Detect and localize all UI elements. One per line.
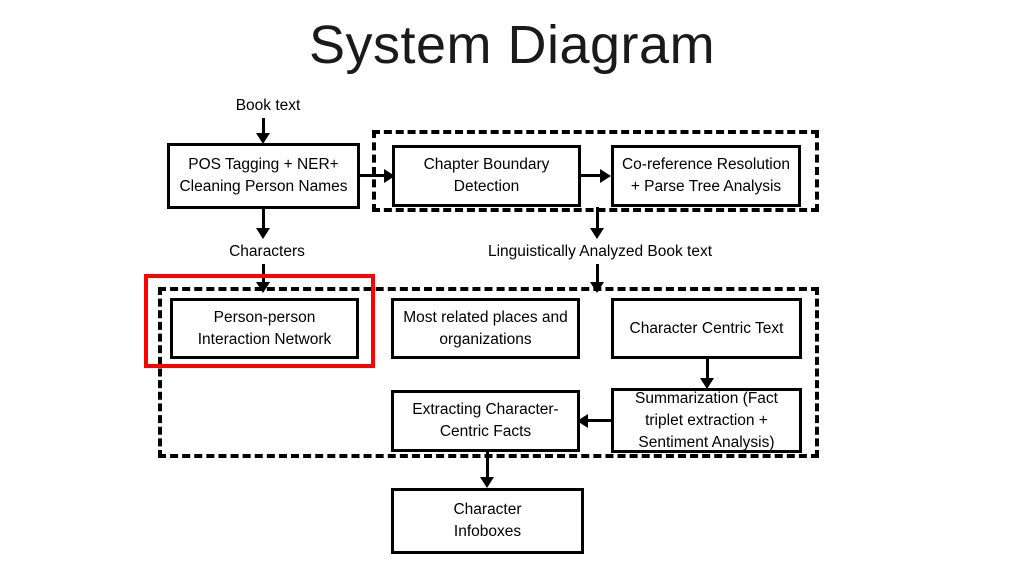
node-character-infoboxes-line1: Character [453, 501, 522, 518]
node-character-infoboxes[interactable]: Character Infoboxes [391, 488, 584, 554]
arrowhead-chapter-to-coref [600, 169, 611, 183]
node-summarization[interactable]: Summarization (Fact triplet extraction +… [611, 388, 802, 453]
node-most-related-label: Most related places and organizations [403, 307, 568, 351]
connector-summarization-to-extracting [585, 419, 613, 422]
node-person-person-interaction-network[interactable]: Person-person Interaction Network [170, 298, 359, 359]
node-most-related-places[interactable]: Most related places and organizations [391, 298, 580, 359]
arrowhead-extracting-to-infoboxes [480, 477, 494, 488]
arrowhead-booktext-to-pos [256, 133, 270, 144]
node-extracting-facts-label: Extracting Character- Centric Facts [412, 399, 558, 443]
node-pos-tagging-line1: POS Tagging + NER+ [188, 156, 339, 173]
node-most-related-line1: Most related places and [403, 308, 568, 326]
arrowhead-summarization-to-extracting [577, 414, 588, 428]
node-character-infoboxes-label: Character Infoboxes [453, 499, 521, 543]
node-chapter-boundary-line2: Detection [453, 178, 520, 195]
caption-linguistically-analyzed: Linguistically Analyzed Book text [476, 242, 724, 263]
arrowhead-cct-to-summarization [700, 378, 714, 389]
node-extracting-character-centric-facts[interactable]: Extracting Character- Centric Facts [391, 390, 580, 452]
node-summarization-line3: Sentiment Analysis) [638, 433, 775, 451]
node-coreference-line2: + Parse Tree Analysis [630, 178, 782, 195]
node-extracting-facts-line1: Extracting Character- [412, 401, 559, 418]
node-summarization-label: Summarization (Fact triplet extraction +… [635, 388, 778, 454]
node-person-person-label: Person-person Interaction Network [198, 307, 332, 351]
caption-characters: Characters [212, 242, 322, 263]
node-summarization-line1: Summarization (Fact [635, 389, 778, 407]
node-coreference-line1: Co-reference Resolution [621, 156, 790, 173]
node-coreference-resolution[interactable]: Co-reference Resolution + Parse Tree Ana… [611, 145, 801, 207]
system-diagram-slide: System Diagram Book text POS Tagging + N… [0, 0, 1024, 576]
arrowhead-linguistic-down [590, 282, 604, 293]
node-person-person-line2: Interaction Network [197, 330, 332, 348]
node-chapter-boundary-line1: Chapter Boundary [423, 156, 550, 173]
node-character-infoboxes-line2: Infoboxes [453, 523, 522, 540]
node-chapter-boundary-label: Chapter Boundary Detection [424, 154, 550, 198]
node-summarization-line2: triplet extraction + [645, 411, 768, 429]
node-coreference-label: Co-reference Resolution + Parse Tree Ana… [622, 154, 790, 198]
caption-book-text: Book text [214, 96, 322, 117]
node-pos-tagging-label: POS Tagging + NER+ Cleaning Person Names [179, 154, 347, 198]
node-pos-tagging-line2: Cleaning Person Names [179, 178, 348, 195]
node-pos-tagging[interactable]: POS Tagging + NER+ Cleaning Person Names [167, 143, 360, 209]
node-character-centric-text-label: Character Centric Text [629, 319, 784, 337]
arrowhead-pos-to-chapter [384, 169, 395, 183]
node-extracting-facts-line2: Centric Facts [439, 423, 532, 440]
arrowhead-group1-down [590, 228, 604, 239]
node-person-person-line1: Person-person [213, 308, 316, 326]
node-character-centric-text[interactable]: Character Centric Text [611, 298, 802, 359]
arrowhead-characters-down [256, 282, 270, 293]
page-title: System Diagram [308, 15, 716, 75]
node-chapter-boundary-detection[interactable]: Chapter Boundary Detection [392, 145, 581, 207]
arrowhead-pos-down [256, 228, 270, 239]
node-most-related-line2: organizations [439, 330, 532, 348]
